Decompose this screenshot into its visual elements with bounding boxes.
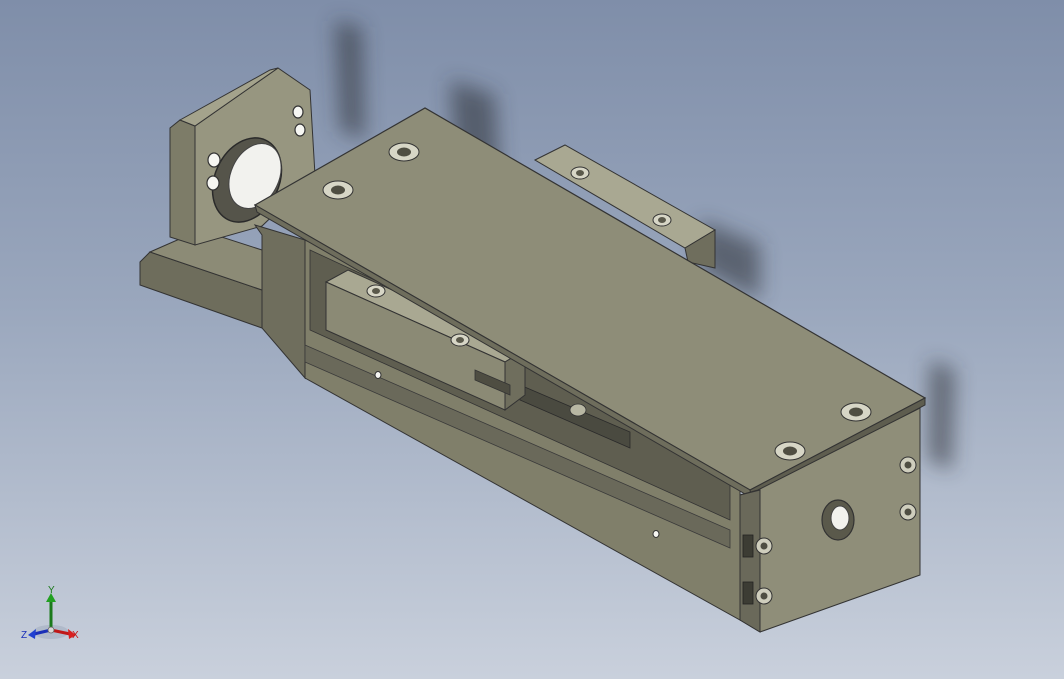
bolt-icon	[774, 441, 806, 461]
hole-icon	[292, 105, 304, 119]
hole-icon	[206, 175, 220, 191]
view-orientation-triad[interactable]: Y X Z	[18, 586, 84, 646]
bolt-icon	[322, 180, 354, 200]
x-axis-label: X	[72, 630, 79, 641]
y-axis-label: Y	[48, 585, 55, 596]
hole-icon	[294, 123, 306, 137]
model-render[interactable]	[0, 0, 1064, 679]
bolt-icon	[388, 142, 420, 162]
z-axis-label: Z	[21, 630, 28, 641]
bolt-icon	[840, 402, 872, 422]
hole-icon	[207, 152, 221, 168]
graphics-viewport[interactable]: Y X Z	[0, 0, 1064, 679]
